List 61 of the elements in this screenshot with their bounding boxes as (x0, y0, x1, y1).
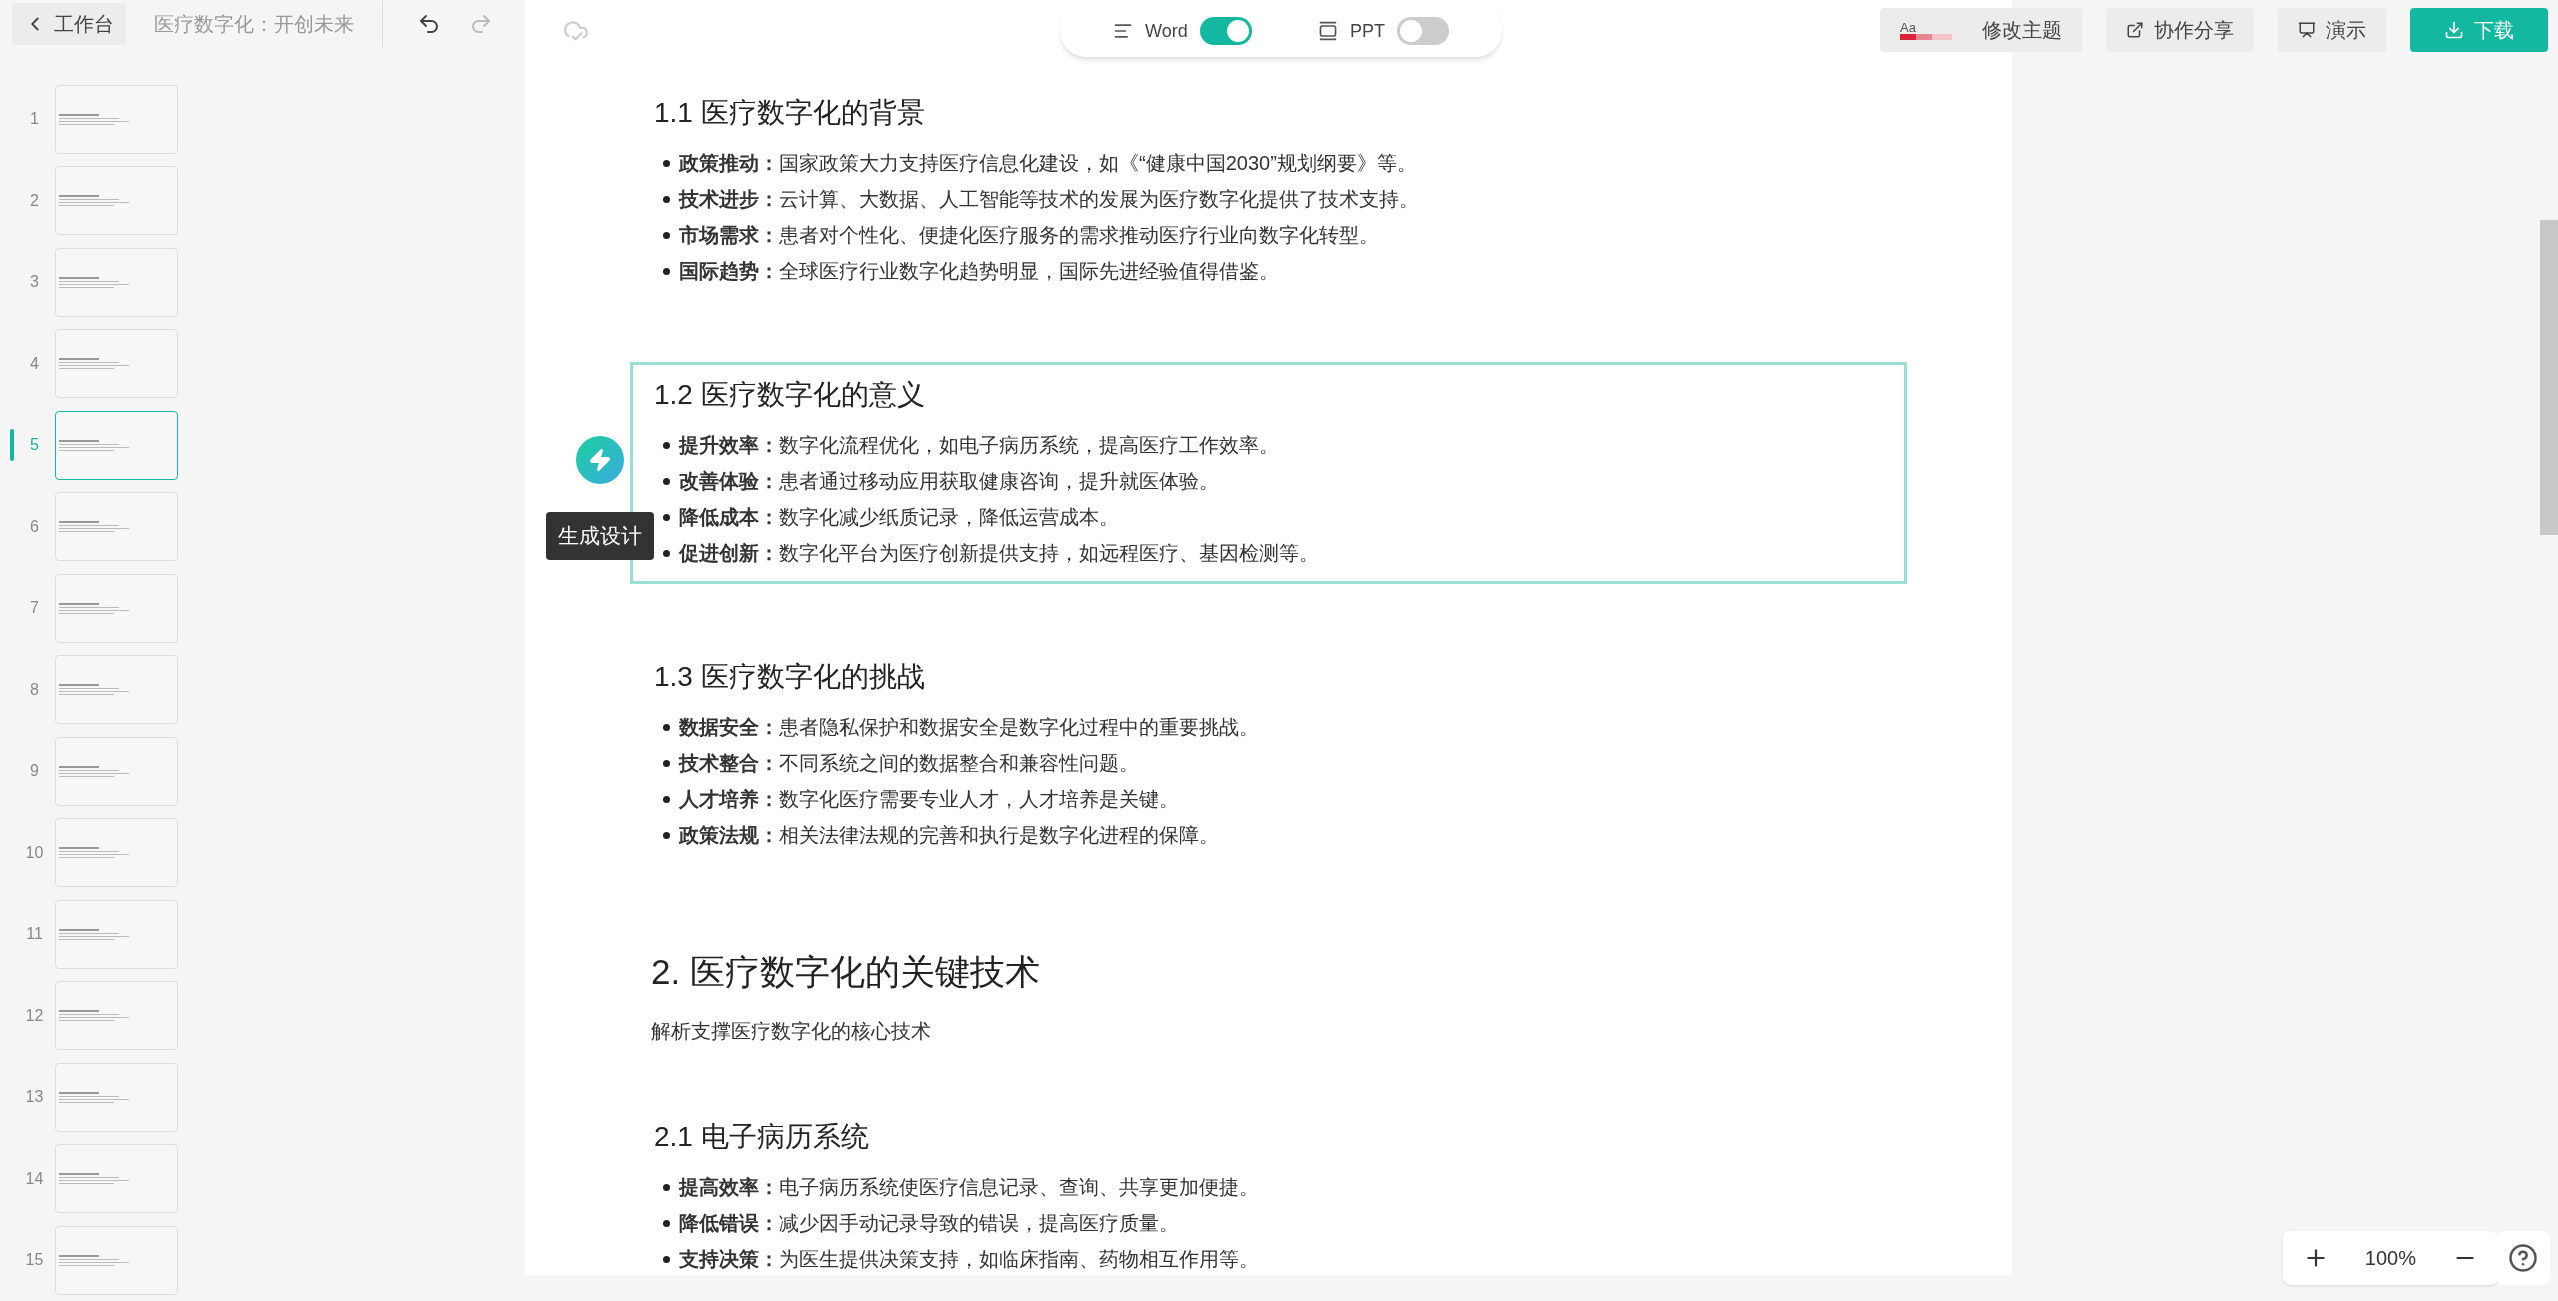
slide-number: 13 (24, 1087, 45, 1108)
toggle-switch[interactable] (1396, 17, 1449, 45)
slide-number: 9 (29, 761, 40, 782)
slide-number: 3 (29, 272, 40, 293)
bullet-text: 政策法规：相关法律法规的完善和执行是数字化进程的保障。 (679, 823, 1219, 848)
slide-number: 2 (29, 190, 40, 211)
slide-number: 12 (24, 1005, 45, 1026)
slide-number: 15 (24, 1250, 45, 1271)
bullet-text: 市场需求：患者对个性化、便捷化医疗服务的需求推动医疗行业向数字化转型。 (679, 223, 1379, 248)
content-block[interactable]: 2.1 电子病历系统 提高效率：电子病历系统使医疗信息记录、查询、共享更加便捷。 降低错误：减少因手动记录导致的错误，提高医疗质量。 支持决策：为医生提供决策支持，如临床指南、药物相互作用等。 (630, 1104, 1907, 1275)
subsection-heading: 1.1 医疗数字化的背景 (654, 96, 926, 130)
lightning-icon (588, 448, 612, 472)
zoom-level: 100% (2364, 1246, 2416, 1271)
slides-icon (1317, 21, 1338, 41)
slide-number: 4 (29, 353, 40, 374)
slide-number: 11 (25, 924, 44, 945)
bullet-text: 促进创新：数字化平台为医疗创新提供支持，如远程医疗、基因检测等。 (679, 541, 1319, 566)
presentation-icon (2298, 21, 2316, 39)
subsection-heading: 1.3 医疗数字化的挑战 (654, 660, 926, 694)
bullet-text: 政策推动：国家政策大力支持医疗信息化建设，如《“健康中国2030”规划纲要》等。 (679, 151, 1417, 176)
section-subtitle: 解析支撑医疗数字化的核心技术 (651, 1019, 932, 1044)
theme-button[interactable]: Aa 修改主题 (1880, 8, 2082, 52)
bullet-text: 数据安全：患者隐私保护和数据安全是数字化过程中的重要挑战。 (679, 715, 1259, 740)
toggle-switch[interactable] (1199, 17, 1252, 45)
content-block[interactable]: 1.1 医疗数字化的背景 政策推动：国家政策大力支持医疗信息化建设，如《“健康中国2030”规划纲要》等。 技术进步：云计算、大数据、人工智能等技术的发展为医疗数字化提供了技术支持。 市场需求：患者对个性化、便捷化医疗服务的需求推动医疗行业向数字化转型。 国际趋势：全球医疗行业数字化趋势明显，国际先进经验值得借鉴。 (630, 80, 1907, 302)
content-block[interactable]: 1.3 医疗数字化的挑战 数据安全：患者隐私保护和数据安全是数字化过程中的重要挑战。 技术整合：不同系统之间的数据整合和兼容性问题。 人才培养：数字化医疗需要专业人才，人才培养是关键。 政策法规：相关法律法规的完善和执行是数字化进程的保障。 (630, 644, 1907, 866)
bullet-text: 国际趋势：全球医疗行业数字化趋势明显，国际先进经验值得借鉴。 (679, 259, 1279, 284)
document-title: 医疗数字化：开创未来 (153, 12, 355, 38)
slide-number: 6 (29, 516, 40, 537)
slide-number: 5 (29, 435, 40, 456)
bullet-text: 提高效率：电子病历系统使医疗信息记录、查询、共享更加便捷。 (679, 1175, 1259, 1200)
slide-number: 8 (29, 679, 40, 700)
bullet-text: 人才培养：数字化医疗需要专业人才，人才培养是关键。 (679, 787, 1179, 812)
selection-indicator (10, 429, 14, 462)
mode-label: Word (1145, 19, 1188, 43)
slide-number: 14 (24, 1168, 45, 1189)
share-icon (2126, 21, 2144, 39)
slide-number: 7 (29, 598, 40, 619)
slide-thumbnail[interactable] (55, 410, 178, 480)
help-button[interactable] (2496, 1231, 2550, 1285)
slide-number: 10 (24, 842, 45, 863)
present-button[interactable]: 演示 (2278, 8, 2386, 52)
bullet-text: 降低错误：减少因手动记录导致的错误，提高医疗质量。 (679, 1211, 1179, 1236)
back-button[interactable]: 工作台 (12, 3, 126, 46)
bullet-text: 改善体验：患者通过移动应用获取健康咨询，提升就医体验。 (679, 469, 1219, 494)
bullet-text: 提升效率：数字化流程优化，如电子病历系统，提高医疗工作效率。 (679, 433, 1279, 458)
share-button[interactable]: 协作分享 (2106, 8, 2254, 52)
section-heading: 2. 医疗数字化的关键技术 (651, 951, 1041, 993)
subsection-heading: 1.2 医疗数字化的意义 (654, 378, 926, 412)
bullet-text: 降低成本：数字化减少纸质记录，降低运营成本。 (679, 505, 1119, 530)
bullet-text: 技术整合：不同系统之间的数据整合和兼容性问题。 (679, 751, 1139, 776)
subsection-heading: 2.1 电子病历系统 (654, 1120, 870, 1154)
download-icon (2444, 20, 2464, 40)
slide-number: 1 (29, 109, 40, 130)
bullet-text: 支持决策：为医生提供决策支持，如临床指南、药物相互作用等。 (679, 1247, 1259, 1272)
mode-label: PPT (1349, 19, 1385, 43)
help-icon (2508, 1243, 2538, 1273)
scrollbar-thumb[interactable] (2540, 220, 2558, 535)
bullet-text: 技术进步：云计算、大数据、人工智能等技术的发展为医疗数字化提供了技术支持。 (679, 187, 1419, 212)
tooltip: 生成设计 (546, 512, 654, 560)
document-icon (1113, 21, 1134, 41)
